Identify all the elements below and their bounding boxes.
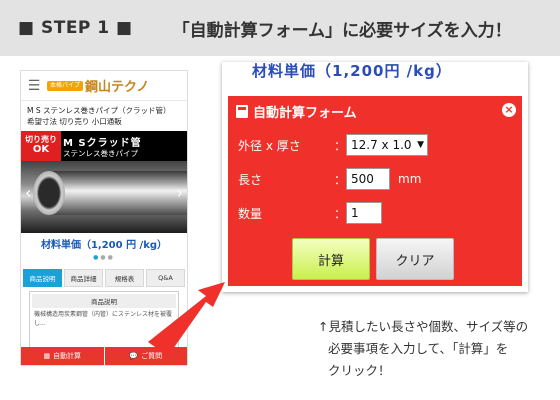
caption-line2: 必要事項を入力して、「計算」を — [328, 341, 509, 356]
arrow-shape — [148, 282, 225, 356]
instruction-caption: ↑見積したい長さや個数、サイズ等の 必要事項を入力して、「計算」を クリック！ — [318, 316, 558, 382]
caption-line1: ↑見積したい長さや個数、サイズ等の — [318, 319, 529, 334]
caption-line3: クリック！ — [328, 363, 391, 378]
